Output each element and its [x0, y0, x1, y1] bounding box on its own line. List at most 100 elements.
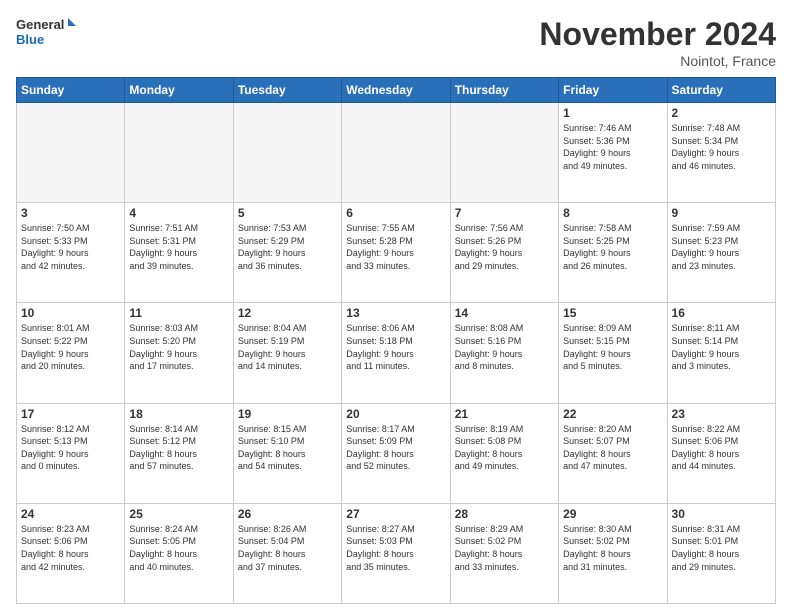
day-number: 20: [346, 407, 445, 421]
calendar-cell: 23 Sunrise: 8:22 AM Sunset: 5:06 PM Dayli…: [667, 403, 775, 503]
day-info: Sunrise: 8:09 AM Sunset: 5:15 PM Dayligh…: [563, 322, 662, 372]
calendar-cell: [342, 103, 450, 203]
day-info: Sunrise: 7:51 AM Sunset: 5:31 PM Dayligh…: [129, 222, 228, 272]
week-row-5: 24 Sunrise: 8:23 AM Sunset: 5:06 PM Dayli…: [17, 503, 776, 603]
day-info: Sunrise: 7:48 AM Sunset: 5:34 PM Dayligh…: [672, 122, 771, 172]
location: Nointot, France: [539, 53, 776, 69]
day-number: 1: [563, 106, 662, 120]
calendar-table: Sunday Monday Tuesday Wednesday Thursday…: [16, 77, 776, 604]
day-number: 14: [455, 306, 554, 320]
day-info: Sunrise: 8:27 AM Sunset: 5:03 PM Dayligh…: [346, 523, 445, 573]
calendar-cell: 21Sunrise: 8:19 AM Sunset: 5:08 PM Dayli…: [450, 403, 558, 503]
calendar-cell: 12 Sunrise: 8:04 AM Sunset: 5:19 PM Dayli…: [233, 303, 341, 403]
day-number: 26: [238, 507, 337, 521]
calendar-cell: 4Sunrise: 7:51 AM Sunset: 5:31 PM Daylig…: [125, 203, 233, 303]
week-row-1: 1 Sunrise: 7:46 AM Sunset: 5:36 PM Daylig…: [17, 103, 776, 203]
calendar-cell: 20 Sunrise: 8:17 AM Sunset: 5:09 PM Dayli…: [342, 403, 450, 503]
calendar-cell: 16Sunrise: 8:11 AM Sunset: 5:14 PM Dayli…: [667, 303, 775, 403]
day-number: 2: [672, 106, 771, 120]
logo-svg: General Blue: [16, 16, 76, 52]
page: General Blue November 2024 Nointot, Fran…: [0, 0, 792, 612]
day-info: Sunrise: 7:46 AM Sunset: 5:36 PM Dayligh…: [563, 122, 662, 172]
calendar-cell: 10Sunrise: 8:01 AM Sunset: 5:22 PM Dayli…: [17, 303, 125, 403]
day-number: 11: [129, 306, 228, 320]
calendar-cell: 22 Sunrise: 8:20 AM Sunset: 5:07 PM Dayli…: [559, 403, 667, 503]
day-info: Sunrise: 8:19 AM Sunset: 5:08 PM Dayligh…: [455, 423, 554, 473]
day-info: Sunrise: 8:12 AM Sunset: 5:13 PM Dayligh…: [21, 423, 120, 473]
day-number: 19: [238, 407, 337, 421]
calendar-cell: 28 Sunrise: 8:29 AM Sunset: 5:02 PM Dayli…: [450, 503, 558, 603]
calendar-cell: [17, 103, 125, 203]
day-number: 12: [238, 306, 337, 320]
calendar-cell: 30Sunrise: 8:31 AM Sunset: 5:01 PM Dayli…: [667, 503, 775, 603]
day-info: Sunrise: 7:59 AM Sunset: 5:23 PM Dayligh…: [672, 222, 771, 272]
day-info: Sunrise: 8:30 AM Sunset: 5:02 PM Dayligh…: [563, 523, 662, 573]
calendar-cell: 9 Sunrise: 7:59 AM Sunset: 5:23 PM Daylig…: [667, 203, 775, 303]
day-number: 6: [346, 206, 445, 220]
calendar-cell: 13 Sunrise: 8:06 AM Sunset: 5:18 PM Dayli…: [342, 303, 450, 403]
day-number: 27: [346, 507, 445, 521]
calendar-cell: 11 Sunrise: 8:03 AM Sunset: 5:20 PM Dayli…: [125, 303, 233, 403]
calendar-cell: 6 Sunrise: 7:55 AM Sunset: 5:28 PM Daylig…: [342, 203, 450, 303]
day-info: Sunrise: 8:01 AM Sunset: 5:22 PM Dayligh…: [21, 322, 120, 372]
col-wednesday: Wednesday: [342, 78, 450, 103]
calendar-cell: 1 Sunrise: 7:46 AM Sunset: 5:36 PM Daylig…: [559, 103, 667, 203]
day-info: Sunrise: 7:58 AM Sunset: 5:25 PM Dayligh…: [563, 222, 662, 272]
calendar-cell: 26 Sunrise: 8:26 AM Sunset: 5:04 PM Dayli…: [233, 503, 341, 603]
day-number: 18: [129, 407, 228, 421]
day-number: 13: [346, 306, 445, 320]
day-number: 29: [563, 507, 662, 521]
week-row-3: 10Sunrise: 8:01 AM Sunset: 5:22 PM Dayli…: [17, 303, 776, 403]
day-info: Sunrise: 8:29 AM Sunset: 5:02 PM Dayligh…: [455, 523, 554, 573]
day-info: Sunrise: 7:55 AM Sunset: 5:28 PM Dayligh…: [346, 222, 445, 272]
logo: General Blue: [16, 16, 76, 52]
day-number: 23: [672, 407, 771, 421]
week-row-2: 3 Sunrise: 7:50 AM Sunset: 5:33 PM Daylig…: [17, 203, 776, 303]
calendar-cell: 3 Sunrise: 7:50 AM Sunset: 5:33 PM Daylig…: [17, 203, 125, 303]
col-friday: Friday: [559, 78, 667, 103]
calendar-cell: 14 Sunrise: 8:08 AM Sunset: 5:16 PM Dayli…: [450, 303, 558, 403]
day-number: 17: [21, 407, 120, 421]
day-info: Sunrise: 8:22 AM Sunset: 5:06 PM Dayligh…: [672, 423, 771, 473]
day-info: Sunrise: 8:03 AM Sunset: 5:20 PM Dayligh…: [129, 322, 228, 372]
day-info: Sunrise: 7:53 AM Sunset: 5:29 PM Dayligh…: [238, 222, 337, 272]
svg-text:General: General: [16, 17, 64, 32]
day-number: 30: [672, 507, 771, 521]
col-thursday: Thursday: [450, 78, 558, 103]
calendar-cell: [125, 103, 233, 203]
day-info: Sunrise: 8:08 AM Sunset: 5:16 PM Dayligh…: [455, 322, 554, 372]
day-number: 28: [455, 507, 554, 521]
day-number: 22: [563, 407, 662, 421]
calendar-cell: 5 Sunrise: 7:53 AM Sunset: 5:29 PM Daylig…: [233, 203, 341, 303]
day-info: Sunrise: 7:56 AM Sunset: 5:26 PM Dayligh…: [455, 222, 554, 272]
day-info: Sunrise: 8:23 AM Sunset: 5:06 PM Dayligh…: [21, 523, 120, 573]
day-number: 8: [563, 206, 662, 220]
week-row-4: 17 Sunrise: 8:12 AM Sunset: 5:13 PM Dayli…: [17, 403, 776, 503]
day-number: 24: [21, 507, 120, 521]
day-info: Sunrise: 8:17 AM Sunset: 5:09 PM Dayligh…: [346, 423, 445, 473]
day-number: 9: [672, 206, 771, 220]
calendar-cell: 8 Sunrise: 7:58 AM Sunset: 5:25 PM Daylig…: [559, 203, 667, 303]
day-info: Sunrise: 8:26 AM Sunset: 5:04 PM Dayligh…: [238, 523, 337, 573]
col-saturday: Saturday: [667, 78, 775, 103]
calendar-cell: 7Sunrise: 7:56 AM Sunset: 5:26 PM Daylig…: [450, 203, 558, 303]
calendar-cell: 27 Sunrise: 8:27 AM Sunset: 5:03 PM Dayli…: [342, 503, 450, 603]
day-number: 16: [672, 306, 771, 320]
col-tuesday: Tuesday: [233, 78, 341, 103]
col-monday: Monday: [125, 78, 233, 103]
calendar-cell: 18Sunrise: 8:14 AM Sunset: 5:12 PM Dayli…: [125, 403, 233, 503]
day-info: Sunrise: 8:04 AM Sunset: 5:19 PM Dayligh…: [238, 322, 337, 372]
calendar-cell: 2 Sunrise: 7:48 AM Sunset: 5:34 PM Daylig…: [667, 103, 775, 203]
calendar-cell: 25Sunrise: 8:24 AM Sunset: 5:05 PM Dayli…: [125, 503, 233, 603]
svg-text:Blue: Blue: [16, 32, 44, 47]
day-number: 5: [238, 206, 337, 220]
header: General Blue November 2024 Nointot, Fran…: [16, 16, 776, 69]
day-number: 3: [21, 206, 120, 220]
month-title: November 2024: [539, 16, 776, 53]
day-number: 25: [129, 507, 228, 521]
day-info: Sunrise: 8:06 AM Sunset: 5:18 PM Dayligh…: [346, 322, 445, 372]
day-info: Sunrise: 7:50 AM Sunset: 5:33 PM Dayligh…: [21, 222, 120, 272]
day-info: Sunrise: 8:20 AM Sunset: 5:07 PM Dayligh…: [563, 423, 662, 473]
calendar-cell: 15Sunrise: 8:09 AM Sunset: 5:15 PM Dayli…: [559, 303, 667, 403]
col-sunday: Sunday: [17, 78, 125, 103]
